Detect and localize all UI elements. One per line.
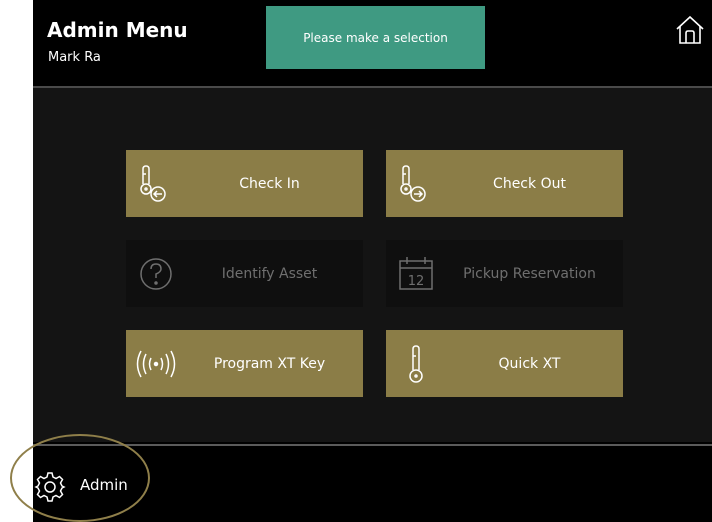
program-xt-key-label: Program XT Key <box>213 355 326 372</box>
question-circle-icon <box>140 258 172 290</box>
admin-button[interactable]: Admin <box>33 466 163 506</box>
check-in-button[interactable]: Check In <box>126 150 363 217</box>
key-checkout-icon <box>400 165 426 202</box>
calendar-icon: 12 <box>399 257 433 290</box>
check-in-label: Check In <box>239 175 300 192</box>
key-return-icon <box>140 165 166 202</box>
header: Admin Menu Mark Ra Please make a selecti… <box>33 0 712 88</box>
kiosk-screen: Admin Menu Mark Ra Please make a selecti… <box>33 0 712 522</box>
program-xt-key-button[interactable]: Program XT Key <box>126 330 363 397</box>
identify-asset-label: Identify Asset <box>221 265 318 282</box>
pickup-reservation-button: 12 Pickup Reservation <box>386 240 623 307</box>
check-out-label: Check Out <box>493 175 566 192</box>
calendar-day-text: 12 <box>408 274 425 289</box>
check-out-button[interactable]: Check Out <box>386 150 623 217</box>
menu-panel: Check In Check Out Identify Asset 12 Pic… <box>33 88 712 442</box>
key-icon <box>409 345 423 383</box>
user-name: Mark Ra <box>48 50 101 65</box>
selection-prompt-banner: Please make a selection <box>266 6 485 69</box>
home-button[interactable] <box>674 14 706 46</box>
footer: Admin <box>33 444 712 522</box>
identify-asset-button: Identify Asset <box>126 240 363 307</box>
quick-xt-label: Quick XT <box>498 355 561 372</box>
banner-text: Please make a selection <box>303 30 448 45</box>
admin-label: Admin <box>80 476 128 494</box>
home-icon <box>676 15 704 44</box>
pickup-reservation-label: Pickup Reservation <box>463 265 596 282</box>
wireless-signal-icon <box>136 350 176 378</box>
gear-icon <box>34 472 66 502</box>
quick-xt-button[interactable]: Quick XT <box>386 330 623 397</box>
page-title: Admin Menu <box>47 18 188 42</box>
